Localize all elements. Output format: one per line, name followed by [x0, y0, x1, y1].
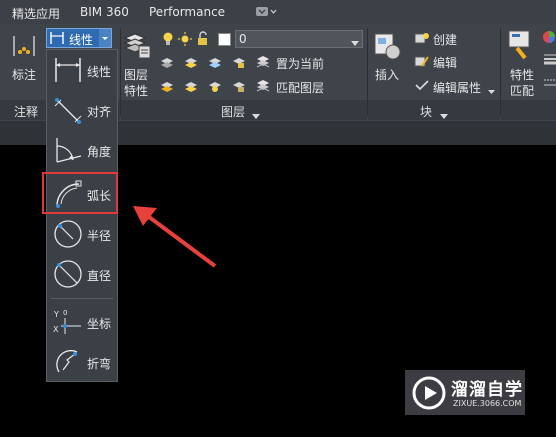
linetype-icon[interactable]: [544, 76, 556, 93]
menu-item-label: 角度: [87, 145, 112, 159]
menu-item-angular[interactable]: 角度: [49, 132, 115, 168]
layer-freeze-icon[interactable]: [208, 55, 222, 72]
set-current-label[interactable]: 置为当前: [276, 55, 324, 72]
menu-item-label: 坐标: [87, 317, 112, 331]
layer-combo[interactable]: 0: [235, 30, 363, 48]
set-current-icon[interactable]: [256, 55, 270, 72]
menu-item-label: 折弯: [87, 357, 112, 371]
chevron-down-icon[interactable]: [99, 29, 111, 47]
diameter-dimension-icon: [54, 260, 82, 288]
block-panel-footer[interactable]: 块: [368, 100, 500, 120]
linear-small-icon: [50, 32, 64, 44]
highlight-box: [42, 172, 118, 214]
ribbon-tab-bar: 精选应用 BIM 360 Performance: [0, 0, 556, 24]
annotation-footer-label: 注释: [14, 105, 39, 119]
insert-block-icon[interactable]: [373, 30, 403, 62]
create-block-icon[interactable]: [414, 31, 430, 48]
menu-item-diameter[interactable]: 直径: [49, 256, 115, 292]
watermark-title: 溜溜自学: [451, 380, 523, 400]
tab-overflow-icon[interactable]: [255, 6, 277, 18]
aligned-dimension-icon: [54, 98, 82, 124]
menu-item-ordinate[interactable]: Y 0 X 坐标: [49, 304, 115, 340]
lineweight-icon[interactable]: [544, 52, 556, 69]
angular-dimension-icon: [56, 138, 82, 163]
layer-lock-icon[interactable]: [232, 55, 246, 72]
match-properties-icon[interactable]: [507, 28, 535, 62]
match-layer-icon[interactable]: [256, 79, 270, 96]
menu-item-radius[interactable]: 半径: [49, 216, 115, 252]
menu-item-linear[interactable]: 线性: [49, 52, 115, 88]
layers-footer-chevron-icon: [252, 108, 260, 122]
lightbulb-icon[interactable]: [162, 31, 174, 50]
linear-dimension-icon: [55, 58, 81, 82]
layers-panel-footer[interactable]: 图层: [121, 100, 367, 120]
match-layer-label[interactable]: 匹配图层: [276, 79, 324, 96]
menu-item-jogged[interactable]: 折弯: [49, 344, 115, 380]
tab-featured-apps[interactable]: 精选应用: [12, 5, 60, 22]
svg-text:Y: Y: [53, 310, 59, 319]
tab-bim360[interactable]: BIM 360: [80, 5, 129, 19]
properties-panel-footer[interactable]: [501, 100, 556, 120]
radius-dimension-icon: [54, 220, 82, 248]
red-arrow-annotation: [133, 206, 217, 268]
block-footer-label: 块: [420, 105, 433, 119]
layer-properties-label-1[interactable]: 图层: [124, 66, 148, 83]
properties-label-2[interactable]: 匹配: [510, 82, 534, 99]
linear-dimension-combo[interactable]: 线性: [46, 28, 112, 48]
create-label[interactable]: 创建: [433, 31, 457, 48]
layers-footer-label: 图层: [221, 105, 246, 119]
layer-name-value: 0: [239, 32, 247, 46]
layer-properties-label-2[interactable]: 特性: [124, 82, 148, 99]
layer-properties-icon[interactable]: [122, 28, 152, 62]
dimension-label[interactable]: 标注: [12, 66, 36, 83]
edit-label[interactable]: 编辑: [433, 54, 457, 71]
menu-item-label: 直径: [87, 269, 112, 283]
layer-thaw-icon[interactable]: [208, 79, 222, 96]
dimension-big-icon[interactable]: [12, 32, 36, 60]
layer-on-icon[interactable]: [160, 79, 174, 96]
play-logo-icon: [412, 376, 446, 410]
layer-dropdown-icon[interactable]: [351, 36, 359, 50]
block-footer-chevron-icon: [440, 108, 448, 122]
edit-attributes-dropdown-icon[interactable]: [488, 84, 495, 98]
edit-attributes-label[interactable]: 编辑属性: [433, 79, 481, 96]
sun-icon[interactable]: [178, 31, 192, 50]
edit-block-icon[interactable]: [414, 54, 430, 71]
watermark-url: ZIXUE.3066.COM: [453, 399, 522, 408]
menu-item-aligned[interactable]: 对齐: [49, 92, 115, 128]
layer-unlock-icon[interactable]: [232, 79, 246, 96]
layer-color-swatch[interactable]: [218, 33, 231, 46]
menu-item-label: 半径: [87, 229, 112, 243]
tab-performance[interactable]: Performance: [149, 5, 225, 19]
menu-separator: [51, 298, 113, 299]
properties-label-1[interactable]: 特性: [510, 66, 534, 83]
layer-off-icon[interactable]: [160, 55, 174, 72]
layer-isolate-icon[interactable]: [184, 55, 198, 72]
menu-item-label: 对齐: [87, 105, 112, 119]
jogged-dimension-icon: [56, 349, 78, 373]
layer-unisolate-icon[interactable]: [184, 79, 198, 96]
color-wheel-icon[interactable]: [542, 30, 556, 47]
menu-item-label: 线性: [87, 65, 112, 79]
svg-text:0: 0: [63, 309, 67, 317]
watermark-logo: 溜溜自学 ZIXUE.3066.COM: [405, 370, 525, 415]
svg-text:X: X: [53, 325, 59, 334]
insert-label[interactable]: 插入: [375, 66, 399, 83]
dimension-dropdown-menu: 线性 对齐 角度 弧长 半径 直径 Y 0 X 坐标 折弯: [46, 49, 118, 382]
edit-attributes-icon[interactable]: [414, 79, 430, 96]
linear-combo-label: 线性: [69, 33, 94, 47]
ordinate-dimension-icon: Y 0 X: [53, 309, 81, 334]
unlock-icon[interactable]: [196, 31, 210, 50]
